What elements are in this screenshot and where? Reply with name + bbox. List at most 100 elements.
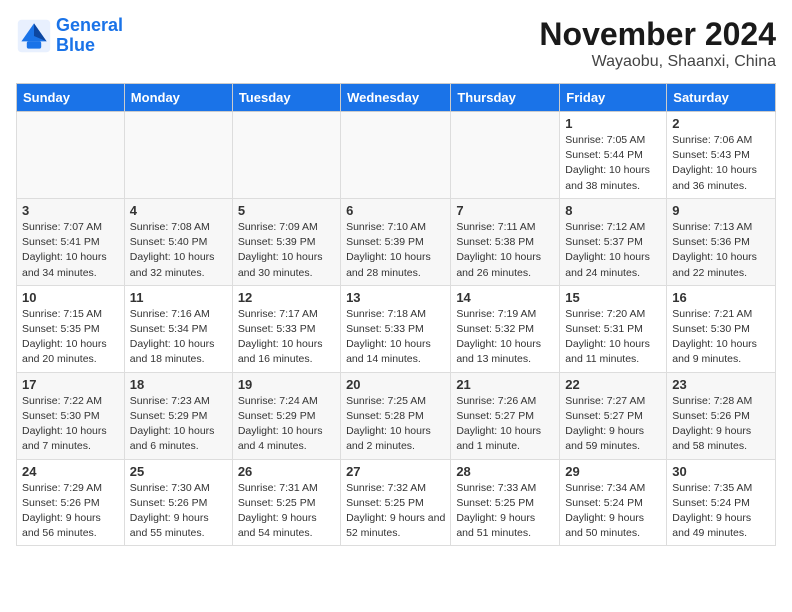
logo: General Blue (16, 16, 123, 56)
logo-text: General Blue (56, 16, 123, 56)
day-number: 15 (565, 290, 661, 305)
day-detail: Sunrise: 7:11 AM Sunset: 5:38 PM Dayligh… (456, 220, 554, 281)
day-number: 27 (346, 464, 445, 479)
day-number: 24 (22, 464, 119, 479)
calendar-cell: 29 Sunrise: 7:34 AM Sunset: 5:24 PM Dayli… (560, 459, 667, 546)
day-number: 17 (22, 377, 119, 392)
day-number: 4 (130, 203, 227, 218)
calendar-cell: 30Sunrise: 7:35 AM Sunset: 5:24 PM Dayli… (667, 459, 776, 546)
calendar-week-2: 3 Sunrise: 7:07 AM Sunset: 5:41 PM Daylig… (17, 198, 776, 285)
calendar-cell (232, 112, 340, 199)
calendar-cell: 25Sunrise: 7:30 AM Sunset: 5:26 PM Dayli… (124, 459, 232, 546)
day-detail: Sunrise: 7:33 AM Sunset: 5:25 PM Dayligh… (456, 481, 554, 542)
day-number: 18 (130, 377, 227, 392)
weekday-header-wednesday: Wednesday (341, 84, 451, 112)
day-number: 28 (456, 464, 554, 479)
calendar-cell: 22Sunrise: 7:27 AM Sunset: 5:27 PM Dayli… (560, 372, 667, 459)
calendar-cell: 17 Sunrise: 7:22 AM Sunset: 5:30 PM Dayli… (17, 372, 125, 459)
calendar-cell (451, 112, 560, 199)
calendar-cell: 16Sunrise: 7:21 AM Sunset: 5:30 PM Dayli… (667, 285, 776, 372)
day-detail: Sunrise: 7:26 AM Sunset: 5:27 PM Dayligh… (456, 394, 554, 455)
day-detail: Sunrise: 7:34 AM Sunset: 5:24 PM Dayligh… (565, 481, 661, 542)
location: Wayaobu, Shaanxi, China (539, 53, 776, 71)
calendar-cell: 2 Sunrise: 7:06 AM Sunset: 5:43 PM Daylig… (667, 112, 776, 199)
calendar-cell: 9 Sunrise: 7:13 AM Sunset: 5:36 PM Daylig… (667, 198, 776, 285)
day-detail: Sunrise: 7:24 AM Sunset: 5:29 PM Dayligh… (238, 394, 335, 455)
day-detail: Sunrise: 7:06 AM Sunset: 5:43 PM Dayligh… (672, 133, 770, 194)
calendar-cell: 18 Sunrise: 7:23 AM Sunset: 5:29 PM Dayli… (124, 372, 232, 459)
calendar-week-5: 24 Sunrise: 7:29 AM Sunset: 5:26 PM Dayli… (17, 459, 776, 546)
calendar-cell: 10 Sunrise: 7:15 AM Sunset: 5:35 PM Dayli… (17, 285, 125, 372)
day-number: 23 (672, 377, 770, 392)
day-number: 25 (130, 464, 227, 479)
calendar-cell: 14 Sunrise: 7:19 AM Sunset: 5:32 PM Dayli… (451, 285, 560, 372)
day-detail: Sunrise: 7:19 AM Sunset: 5:32 PM Dayligh… (456, 307, 554, 368)
day-number: 14 (456, 290, 554, 305)
day-number: 12 (238, 290, 335, 305)
day-number: 26 (238, 464, 335, 479)
day-number: 7 (456, 203, 554, 218)
calendar-cell: 7 Sunrise: 7:11 AM Sunset: 5:38 PM Daylig… (451, 198, 560, 285)
calendar-header-row: SundayMondayTuesdayWednesdayThursdayFrid… (17, 84, 776, 112)
day-detail: Sunrise: 7:05 AM Sunset: 5:44 PM Dayligh… (565, 133, 661, 194)
day-detail: Sunrise: 7:21 AM Sunset: 5:30 PM Dayligh… (672, 307, 770, 368)
calendar-week-4: 17 Sunrise: 7:22 AM Sunset: 5:30 PM Dayli… (17, 372, 776, 459)
day-detail: Sunrise: 7:18 AM Sunset: 5:33 PM Dayligh… (346, 307, 445, 368)
day-detail: Sunrise: 7:27 AM Sunset: 5:27 PM Dayligh… (565, 394, 661, 455)
title-block: November 2024 Wayaobu, Shaanxi, China (539, 16, 776, 71)
calendar-cell: 21 Sunrise: 7:26 AM Sunset: 5:27 PM Dayli… (451, 372, 560, 459)
calendar-cell: 3 Sunrise: 7:07 AM Sunset: 5:41 PM Daylig… (17, 198, 125, 285)
day-detail: Sunrise: 7:23 AM Sunset: 5:29 PM Dayligh… (130, 394, 227, 455)
calendar-cell: 19Sunrise: 7:24 AM Sunset: 5:29 PM Dayli… (232, 372, 340, 459)
day-detail: Sunrise: 7:10 AM Sunset: 5:39 PM Dayligh… (346, 220, 445, 281)
day-detail: Sunrise: 7:25 AM Sunset: 5:28 PM Dayligh… (346, 394, 445, 455)
day-detail: Sunrise: 7:35 AM Sunset: 5:24 PM Dayligh… (672, 481, 770, 542)
day-detail: Sunrise: 7:08 AM Sunset: 5:40 PM Dayligh… (130, 220, 227, 281)
day-detail: Sunrise: 7:31 AM Sunset: 5:25 PM Dayligh… (238, 481, 335, 542)
day-detail: Sunrise: 7:15 AM Sunset: 5:35 PM Dayligh… (22, 307, 119, 368)
calendar-cell: 20 Sunrise: 7:25 AM Sunset: 5:28 PM Dayli… (341, 372, 451, 459)
calendar-cell: 26 Sunrise: 7:31 AM Sunset: 5:25 PM Dayli… (232, 459, 340, 546)
day-detail: Sunrise: 7:16 AM Sunset: 5:34 PM Dayligh… (130, 307, 227, 368)
day-number: 13 (346, 290, 445, 305)
calendar-cell: 8Sunrise: 7:12 AM Sunset: 5:37 PM Daylig… (560, 198, 667, 285)
month-title: November 2024 (539, 16, 776, 53)
logo-line1: General (56, 15, 123, 35)
calendar-table: SundayMondayTuesdayWednesdayThursdayFrid… (16, 83, 776, 546)
day-detail: Sunrise: 7:13 AM Sunset: 5:36 PM Dayligh… (672, 220, 770, 281)
day-number: 3 (22, 203, 119, 218)
day-number: 20 (346, 377, 445, 392)
day-detail: Sunrise: 7:09 AM Sunset: 5:39 PM Dayligh… (238, 220, 335, 281)
calendar-week-3: 10 Sunrise: 7:15 AM Sunset: 5:35 PM Dayli… (17, 285, 776, 372)
weekday-header-friday: Friday (560, 84, 667, 112)
day-number: 21 (456, 377, 554, 392)
calendar-week-1: 1Sunrise: 7:05 AM Sunset: 5:44 PM Daylig… (17, 112, 776, 199)
weekday-header-saturday: Saturday (667, 84, 776, 112)
day-detail: Sunrise: 7:12 AM Sunset: 5:37 PM Dayligh… (565, 220, 661, 281)
calendar-cell: 15 Sunrise: 7:20 AM Sunset: 5:31 PM Dayli… (560, 285, 667, 372)
calendar-cell (124, 112, 232, 199)
day-detail: Sunrise: 7:20 AM Sunset: 5:31 PM Dayligh… (565, 307, 661, 368)
calendar-cell: 13 Sunrise: 7:18 AM Sunset: 5:33 PM Dayli… (341, 285, 451, 372)
day-number: 2 (672, 116, 770, 131)
day-detail: Sunrise: 7:17 AM Sunset: 5:33 PM Dayligh… (238, 307, 335, 368)
day-detail: Sunrise: 7:28 AM Sunset: 5:26 PM Dayligh… (672, 394, 770, 455)
weekday-header-thursday: Thursday (451, 84, 560, 112)
calendar-cell: 24 Sunrise: 7:29 AM Sunset: 5:26 PM Dayli… (17, 459, 125, 546)
calendar-cell: 12 Sunrise: 7:17 AM Sunset: 5:33 PM Dayli… (232, 285, 340, 372)
calendar-cell: 1Sunrise: 7:05 AM Sunset: 5:44 PM Daylig… (560, 112, 667, 199)
day-number: 10 (22, 290, 119, 305)
day-detail: Sunrise: 7:22 AM Sunset: 5:30 PM Dayligh… (22, 394, 119, 455)
weekday-header-monday: Monday (124, 84, 232, 112)
page-header: General Blue November 2024 Wayaobu, Shaa… (16, 16, 776, 71)
calendar-cell: 4 Sunrise: 7:08 AM Sunset: 5:40 PM Daylig… (124, 198, 232, 285)
calendar-cell: 6Sunrise: 7:10 AM Sunset: 5:39 PM Daylig… (341, 198, 451, 285)
day-detail: Sunrise: 7:07 AM Sunset: 5:41 PM Dayligh… (22, 220, 119, 281)
day-detail: Sunrise: 7:29 AM Sunset: 5:26 PM Dayligh… (22, 481, 119, 542)
calendar-cell: 27Sunrise: 7:32 AM Sunset: 5:25 PM Dayli… (341, 459, 451, 546)
calendar-cell: 28 Sunrise: 7:33 AM Sunset: 5:25 PM Dayli… (451, 459, 560, 546)
day-number: 9 (672, 203, 770, 218)
day-number: 29 (565, 464, 661, 479)
day-number: 11 (130, 290, 227, 305)
logo-icon (16, 18, 52, 54)
